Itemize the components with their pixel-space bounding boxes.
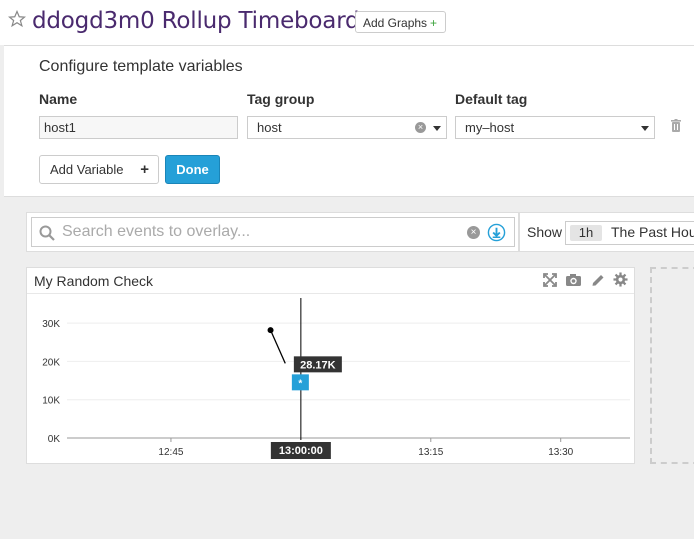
y-tick-label: 0K bbox=[48, 434, 61, 445]
empty-widget-placeholder[interactable] bbox=[650, 267, 694, 464]
tag-group-select[interactable]: host × bbox=[247, 116, 447, 139]
name-column-label: Name bbox=[39, 91, 78, 107]
variable-name-input[interactable]: host1 bbox=[39, 116, 238, 139]
tag-group-column-label: Tag group bbox=[247, 91, 315, 107]
widget-toolbar bbox=[539, 272, 628, 292]
star-outline-icon[interactable] bbox=[7, 9, 28, 30]
default-tag-select[interactable]: my–host bbox=[455, 116, 655, 139]
timeframe-text: The Past Hour bbox=[611, 224, 694, 240]
template-variables-panel: Configure template variables Name Tag gr… bbox=[4, 45, 694, 197]
y-tick-label: 10K bbox=[42, 396, 60, 407]
widget-title: My Random Check bbox=[34, 273, 154, 289]
add-variable-button[interactable]: Add Variable + bbox=[39, 155, 159, 184]
add-graphs-button[interactable]: Add Graphs + bbox=[355, 11, 446, 33]
search-icon bbox=[39, 225, 55, 246]
clear-icon[interactable]: × bbox=[415, 122, 426, 133]
event-search-input[interactable]: Search events to overlay... × bbox=[31, 217, 515, 247]
data-point bbox=[267, 327, 274, 334]
timeframe-bar: Show 1h The Past Hour bbox=[519, 212, 694, 252]
trash-icon[interactable] bbox=[670, 119, 682, 138]
timeframe-selector[interactable]: 1h The Past Hour bbox=[565, 221, 694, 245]
y-tick-label: 30K bbox=[42, 319, 60, 330]
x-tick-label: 13:15 bbox=[418, 447, 443, 458]
download-icon[interactable] bbox=[487, 223, 506, 247]
add-variable-label: Add Variable bbox=[50, 162, 124, 177]
plus-icon: + bbox=[430, 16, 438, 30]
timeseries-chart[interactable]: 30K 20K 10K 0K 12:45 13:15 13:30 28.17K * 13:00:0… bbox=[27, 294, 634, 462]
show-label: Show bbox=[527, 224, 563, 240]
event-overlay-bar: Search events to overlay... × bbox=[26, 212, 519, 252]
expand-icon[interactable] bbox=[542, 272, 557, 292]
graph-widget: My Random Check 30K 20K 10K 0K 12:45 13:15 13:… bbox=[26, 267, 635, 464]
y-tick-label: 20K bbox=[42, 357, 60, 368]
timeframe-chip: 1h bbox=[570, 225, 602, 241]
value-tooltip-text: 28.17K bbox=[300, 359, 336, 371]
camera-icon[interactable] bbox=[565, 273, 582, 292]
dashboard-title: ddogd3m0 Rollup Timeboard bbox=[32, 8, 360, 34]
gear-icon[interactable] bbox=[613, 272, 628, 292]
x-tick-label: 12:45 bbox=[158, 447, 183, 458]
default-tag-value: my–host bbox=[465, 120, 515, 135]
search-placeholder: Search events to overlay... bbox=[62, 223, 251, 240]
add-graphs-label: Add Graphs bbox=[363, 16, 428, 30]
chevron-down-icon bbox=[641, 126, 649, 131]
chevron-down-icon bbox=[433, 126, 441, 131]
time-tooltip-text: 13:00:00 bbox=[279, 445, 323, 457]
tag-group-value: host bbox=[257, 120, 282, 135]
dashboard-header: ddogd3m0 Rollup Timeboard Add Graphs + bbox=[0, 0, 694, 45]
done-button[interactable]: Done bbox=[165, 155, 220, 184]
plus-icon: + bbox=[140, 161, 149, 178]
series-line bbox=[269, 329, 286, 364]
default-tag-column-label: Default tag bbox=[455, 91, 528, 107]
x-tick-label: 13:30 bbox=[548, 447, 573, 458]
event-marker-text: * bbox=[298, 378, 302, 389]
clear-icon[interactable]: × bbox=[467, 226, 480, 239]
pencil-icon[interactable] bbox=[591, 273, 605, 292]
panel-title: Configure template variables bbox=[39, 58, 243, 75]
